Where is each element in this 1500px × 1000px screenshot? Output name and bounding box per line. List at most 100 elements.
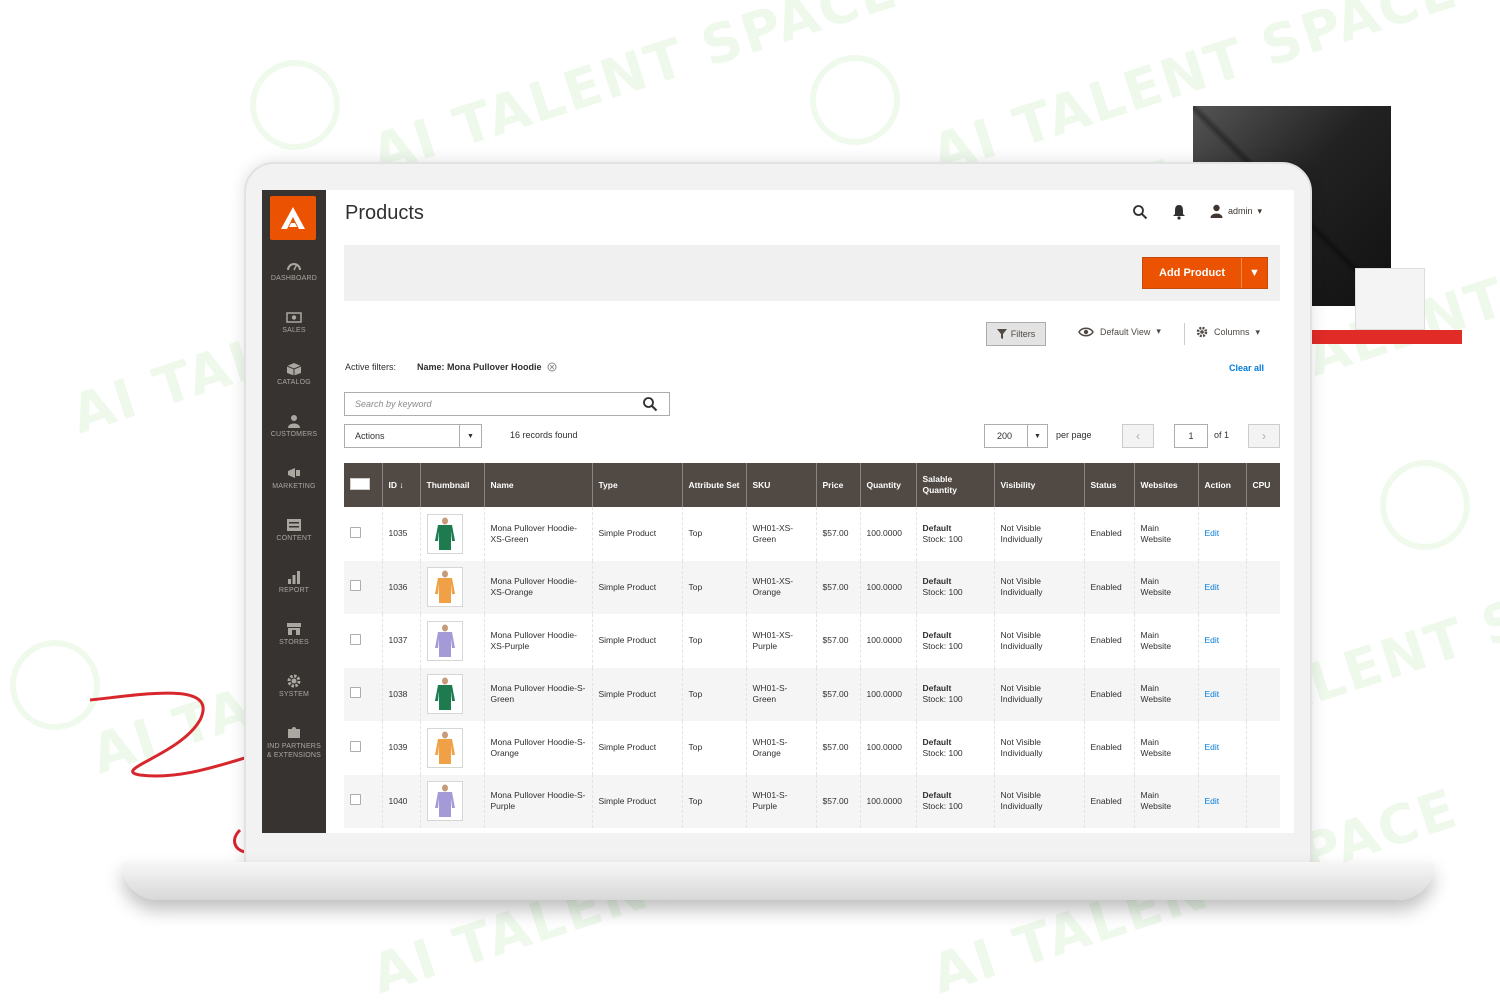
active-filter-chip: Name: Mona Pullover Hoodie <box>417 362 557 372</box>
edit-link[interactable]: Edit <box>1197 560 1246 614</box>
column-header-websites[interactable]: Websites <box>1133 463 1198 507</box>
clear-all-link[interactable]: Clear all <box>1229 363 1264 373</box>
cube-icon <box>286 363 302 376</box>
previous-page-button[interactable]: ‹ <box>1122 424 1154 448</box>
product-thumbnail <box>426 781 463 822</box>
row-checkbox[interactable] <box>350 580 361 592</box>
product-sku: WH01-XS-Orange <box>745 560 816 614</box>
row-checkbox[interactable] <box>350 794 361 806</box>
product-thumbnail <box>426 674 463 715</box>
column-header-visibility[interactable]: Visibility <box>993 463 1084 507</box>
per-page-select[interactable]: 200 ▼ <box>984 424 1048 448</box>
remove-filter-icon[interactable] <box>547 362 557 372</box>
chevron-down-icon: ▾ <box>1156 326 1161 336</box>
keyword-search-input[interactable] <box>344 392 670 416</box>
search-icon[interactable] <box>642 396 658 412</box>
salable-quantity: Default Stock: 100 <box>915 721 994 775</box>
product-sku: WH01-S-Purple <box>745 774 816 828</box>
filters-button[interactable]: Filters <box>986 322 1046 346</box>
dashboard-icon <box>287 263 301 271</box>
active-filter-text: Name: Mona Pullover Hoodie <box>417 362 542 372</box>
mass-select-header[interactable] <box>344 463 382 507</box>
table-row[interactable]: 1037 Mona Pullover Hoodie-XS-Purple Simple… <box>344 614 1280 668</box>
sidebar-item-system[interactable]: SYSTEM <box>262 674 326 720</box>
row-select-cell[interactable] <box>344 774 382 828</box>
sidebar-item-report[interactable]: REPORT <box>262 570 326 616</box>
sidebar-item-partners[interactable]: IND PARTNERS & EXTENSIONS <box>262 726 326 772</box>
global-search-button[interactable] <box>1132 204 1148 223</box>
row-checkbox[interactable] <box>350 740 361 752</box>
edit-link[interactable]: Edit <box>1205 796 1220 806</box>
column-header-price[interactable]: Price <box>815 463 860 507</box>
edit-link[interactable]: Edit <box>1197 507 1246 561</box>
columns-dropdown[interactable]: Columns ▾ <box>1196 326 1260 338</box>
salable-stock: Stock: 100 <box>922 694 963 705</box>
sidebar-item-marketing[interactable]: MARKETING <box>262 466 326 512</box>
user-menu[interactable]: admin ▾ <box>1210 204 1262 218</box>
column-header-status[interactable]: Status <box>1083 463 1134 507</box>
product-id: 1039 <box>381 721 420 775</box>
notifications-button[interactable] <box>1172 204 1186 223</box>
sidebar-item-label: IND PARTNERS & EXTENSIONS <box>266 743 322 759</box>
row-checkbox[interactable] <box>350 526 361 538</box>
hoodie-image <box>434 784 455 818</box>
row-select-cell[interactable] <box>344 560 382 614</box>
column-header-attribute-set[interactable]: Attribute Set <box>681 463 746 507</box>
row-checkbox[interactable] <box>350 633 361 645</box>
sidebar-item-content[interactable]: CONTENT <box>262 518 326 564</box>
columns-label: Columns <box>1214 327 1250 337</box>
product-id: 1037 <box>381 614 420 668</box>
product-id: 1035 <box>381 507 420 561</box>
product-price: $57.00 <box>815 667 860 721</box>
column-header-sku[interactable]: SKU <box>745 463 816 507</box>
table-row[interactable]: 1040 Mona Pullover Hoodie-S-Purple Simple … <box>344 774 1280 828</box>
edit-link[interactable]: Edit <box>1205 582 1220 592</box>
column-header-type[interactable]: Type <box>591 463 682 507</box>
edit-link[interactable]: Edit <box>1197 774 1246 828</box>
column-header-name[interactable]: Name <box>483 463 592 507</box>
thumbnail <box>419 560 484 614</box>
row-select-cell[interactable] <box>344 721 382 775</box>
add-product-dropdown-toggle[interactable]: ▼ <box>1241 258 1267 288</box>
table-row[interactable]: 1039 Mona Pullover Hoodie-S-Orange Simple … <box>344 721 1280 775</box>
edit-link[interactable]: Edit <box>1205 689 1220 699</box>
watermark-text: AI TALENT SPACE <box>363 0 906 187</box>
table-row[interactable]: 1035 Mona Pullover Hoodie-XS-Green Simple … <box>344 507 1280 561</box>
edit-link[interactable]: Edit <box>1197 614 1246 668</box>
sidebar-item-customers[interactable]: CUSTOMERS <box>262 414 326 460</box>
sidebar-item-catalog[interactable]: CATALOG <box>262 362 326 408</box>
edit-link[interactable]: Edit <box>1197 721 1246 775</box>
mass-actions-select[interactable]: Actions ▼ <box>344 424 482 448</box>
brand-logo[interactable] <box>270 196 316 240</box>
column-header-cpu[interactable]: CPU <box>1245 463 1280 507</box>
edit-link[interactable]: Edit <box>1205 528 1220 538</box>
edit-link[interactable]: Edit <box>1197 667 1246 721</box>
row-select-cell[interactable] <box>344 614 382 668</box>
product-quantity: 100.0000 <box>859 614 916 668</box>
table-row[interactable]: 1038 Mona Pullover Hoodie-S-Green Simple P… <box>344 667 1280 721</box>
mass-select-checkbox[interactable] <box>350 477 370 490</box>
page-number-input[interactable] <box>1174 424 1208 448</box>
attribute-set: Top <box>681 507 746 561</box>
table-row[interactable]: 1036 Mona Pullover Hoodie-XS-Orange Simple… <box>344 560 1280 614</box>
product-sku: WH01-XS-Purple <box>745 614 816 668</box>
salable-source: Default <box>922 683 952 694</box>
column-header-quantity[interactable]: Quantity <box>859 463 916 507</box>
edit-link[interactable]: Edit <box>1205 742 1220 752</box>
sidebar-item-dashboard[interactable]: DASHBOARD <box>262 258 326 304</box>
row-checkbox[interactable] <box>350 687 361 699</box>
column-header-salable-quantity[interactable]: Salable Quantity <box>915 463 994 507</box>
row-select-cell[interactable] <box>344 667 382 721</box>
add-product-button[interactable]: Add Product ▼ <box>1142 257 1268 289</box>
row-select-cell[interactable] <box>344 507 382 561</box>
salable-source: Default <box>922 790 952 801</box>
product-name: Mona Pullover Hoodie-XS-Orange <box>483 560 592 614</box>
sidebar-item-stores[interactable]: STORES <box>262 622 326 668</box>
product-type: Simple Product <box>591 507 682 561</box>
edit-link[interactable]: Edit <box>1205 635 1220 645</box>
column-header-id[interactable]: ID ↓ <box>381 463 420 507</box>
default-view-dropdown[interactable]: Default View ▾ <box>1078 326 1161 337</box>
column-header-thumbnail[interactable]: Thumbnail <box>419 463 484 507</box>
next-page-button[interactable]: › <box>1248 424 1280 448</box>
sidebar-item-sales[interactable]: SALES <box>262 310 326 356</box>
